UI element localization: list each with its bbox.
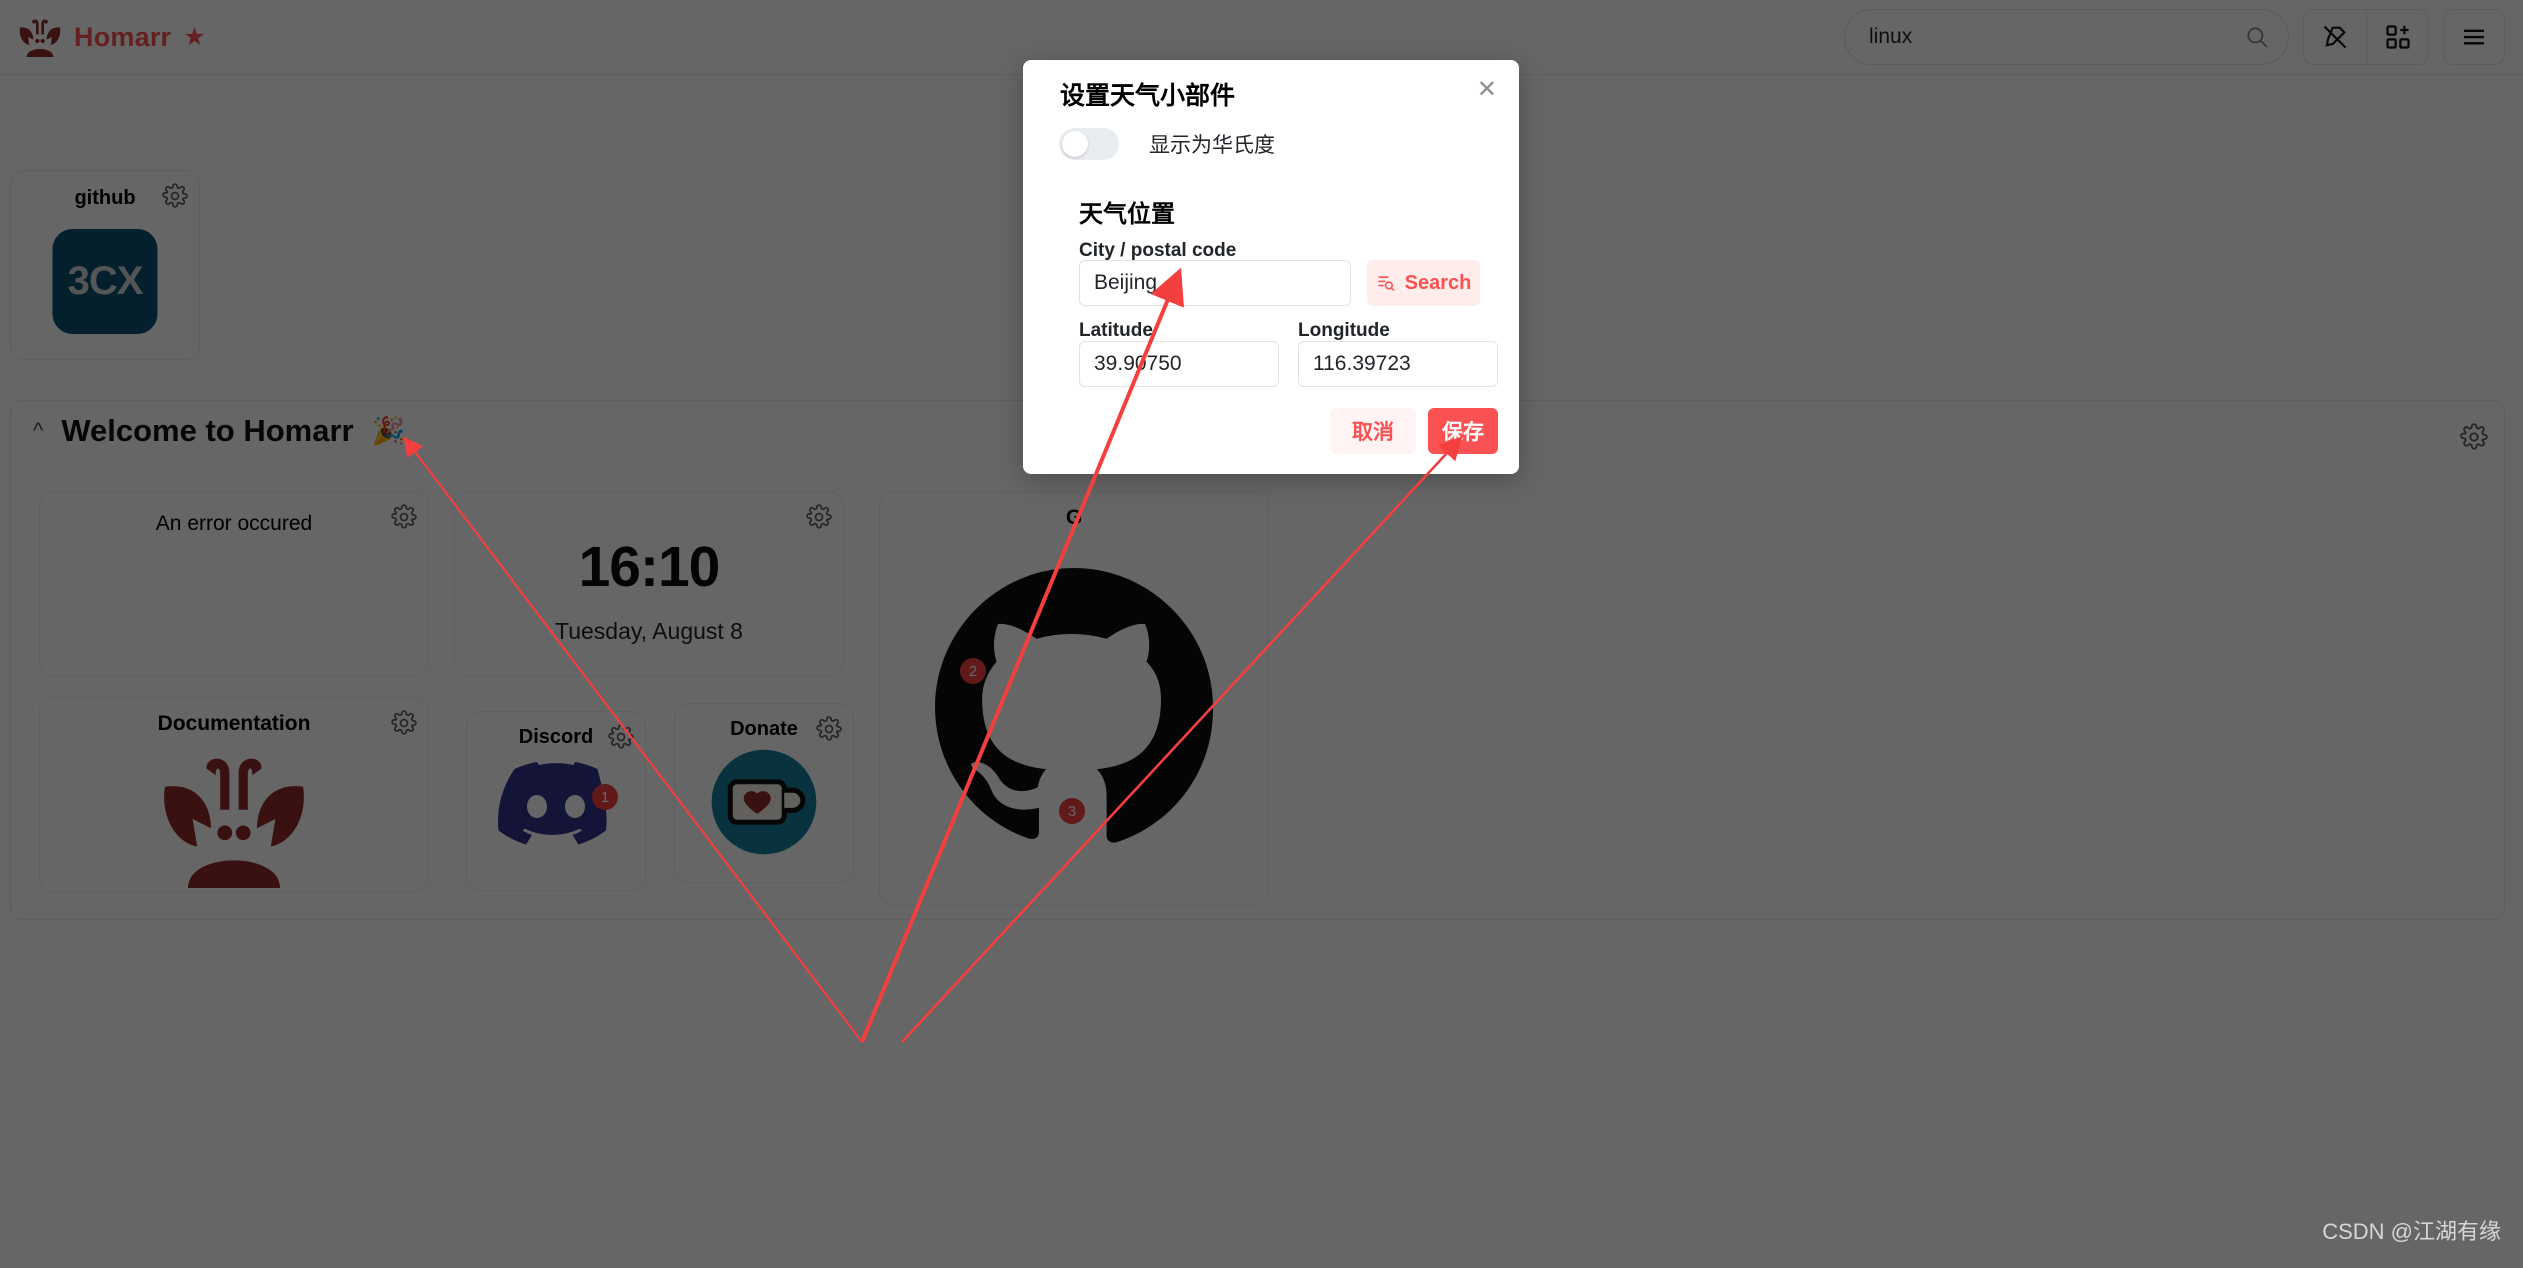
- list-search-icon: [1378, 276, 1395, 292]
- fahrenheit-toggle[interactable]: [1059, 128, 1119, 160]
- app-root: Homarr ★: [0, 0, 2523, 1268]
- modal-title: 设置天气小部件: [1060, 82, 1236, 110]
- search-city-button[interactable]: Search: [1367, 260, 1480, 306]
- modal-content: 设置天气小部件 ✕ 显示为华氏度 天气位置 City / postal code…: [1023, 60, 1519, 474]
- save-button[interactable]: 保存: [1428, 408, 1498, 454]
- city-field-label: City / postal code: [1079, 240, 1237, 261]
- cancel-button[interactable]: 取消: [1330, 408, 1416, 454]
- weather-location-heading: 天气位置: [1079, 201, 1175, 228]
- watermark: CSDN @江湖有缘: [2322, 1219, 2501, 1244]
- fahrenheit-toggle-label: 显示为华氏度: [1149, 134, 1275, 157]
- close-icon[interactable]: ✕: [1477, 78, 1497, 102]
- longitude-input-value: 116.39723: [1313, 352, 1411, 375]
- fahrenheit-toggle-row: 显示为华氏度: [1059, 128, 1275, 160]
- latitude-input-value: 39.90750: [1094, 352, 1182, 375]
- city-input-value: Beijing: [1094, 271, 1158, 294]
- search-city-label: Search: [1404, 271, 1472, 294]
- latitude-input[interactable]: 39.90750: [1079, 341, 1279, 387]
- city-input[interactable]: Beijing: [1079, 260, 1351, 306]
- latitude-field-label: Latitude: [1079, 320, 1153, 341]
- toggle-knob: [1062, 131, 1088, 157]
- longitude-input[interactable]: 116.39723: [1298, 341, 1498, 387]
- longitude-field-label: Longitude: [1298, 320, 1390, 341]
